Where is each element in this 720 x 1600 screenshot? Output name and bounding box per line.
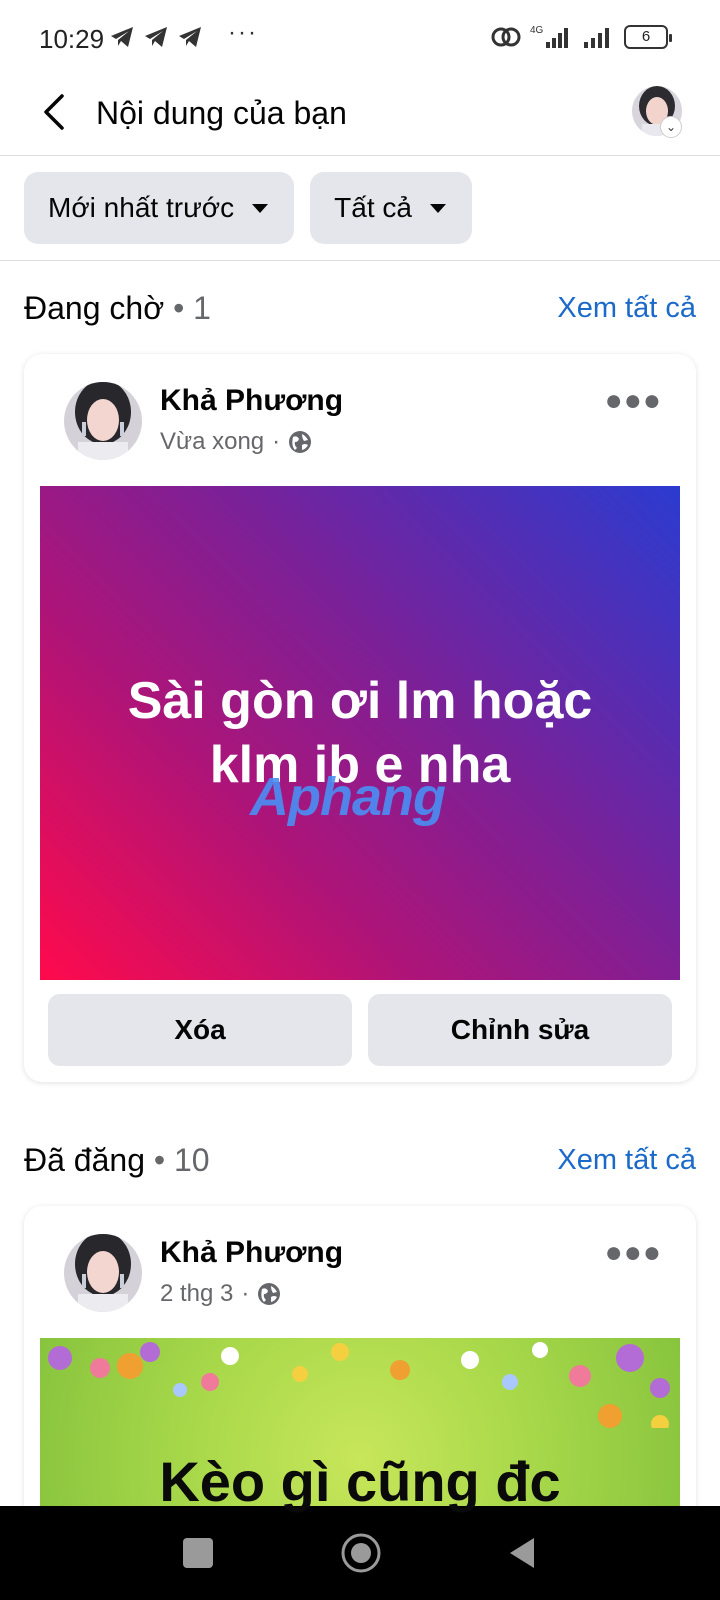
pending-section-header: Đang chờ • 1 Xem tất cả <box>24 290 696 334</box>
system-icons: 4G 6 <box>490 24 672 50</box>
author-avatar[interactable] <box>64 1234 142 1312</box>
hotspot-link-icon <box>491 27 521 47</box>
type-filter-chip[interactable]: Tất cả <box>310 172 472 244</box>
post-time: 2 thg 3 <box>160 1280 234 1307</box>
post-text: Kèo gì cũng đc <box>159 1450 561 1513</box>
pending-title: Đang chờ <box>24 290 165 326</box>
divider <box>0 260 720 261</box>
type-filter-label: Tất cả <box>334 192 412 223</box>
delete-button[interactable]: Xóa <box>48 994 352 1066</box>
author-name[interactable]: Khả Phương <box>160 384 343 418</box>
section-title: Đang chờ • 1 <box>24 290 211 327</box>
avatar-image <box>64 382 142 460</box>
telegram-icon <box>179 27 201 47</box>
more-options-icon[interactable]: ●●● <box>605 384 662 418</box>
status-time: 10:29 <box>39 24 105 54</box>
post-text-background: Sài gòn ơi lm hoặc klm ib e nha Aphang <box>40 486 680 980</box>
more-options-icon[interactable]: ●●● <box>605 1236 662 1270</box>
recent-apps-icon[interactable] <box>183 1538 213 1568</box>
filter-bar: Mới nhất trước Tất cả <box>24 172 472 244</box>
edit-button[interactable]: Chỉnh sửa <box>368 994 672 1066</box>
page-title: Nội dung của bạn <box>96 95 347 131</box>
posted-count: • 10 <box>153 1142 210 1178</box>
author-avatar[interactable] <box>64 382 142 460</box>
post-meta: Vừa xong · <box>160 428 312 456</box>
posted-title: Đã đăng <box>24 1142 145 1178</box>
nav-back-icon[interactable] <box>506 1536 538 1570</box>
signal-icon <box>584 28 609 48</box>
post-meta: 2 thg 3 · <box>160 1280 281 1308</box>
sort-filter-label: Mới nhất trước <box>48 192 235 223</box>
flower-decoration <box>48 1342 670 1428</box>
notification-icons: ··· <box>110 19 258 48</box>
telegram-icon <box>111 27 133 47</box>
posted-post-card: Khả Phương 2 thg 3 · ●●● Kèo gì cũng đc <box>24 1206 696 1536</box>
back-arrow-icon[interactable] <box>36 90 76 134</box>
pending-post-card: Khả Phương Vừa xong · ●●● Sài gòn ơi lm … <box>24 354 696 1082</box>
post-actions: Xóa Chỉnh sửa <box>48 994 672 1066</box>
home-icon[interactable] <box>340 1532 382 1574</box>
posted-section-header: Đã đăng • 10 Xem tất cả <box>24 1142 696 1186</box>
see-all-link[interactable]: Xem tất cả <box>557 1144 696 1177</box>
avatar-image <box>64 1234 142 1312</box>
watermark-logo: Aphang <box>250 767 446 827</box>
see-all-link[interactable]: Xem tất cả <box>557 292 696 325</box>
sort-filter-chip[interactable]: Mới nhất trước <box>24 172 295 244</box>
status-bar: 10:29 ··· 4G 6 <box>0 0 720 78</box>
signal-4g-icon: 4G <box>530 25 568 48</box>
meta-separator: · <box>241 1280 250 1307</box>
meta-separator: · <box>272 428 281 455</box>
battery-icon: 6 <box>624 25 672 49</box>
caret-down-icon <box>252 203 269 213</box>
pending-count: • 1 <box>173 290 211 326</box>
caret-down-icon <box>429 203 446 213</box>
app-header: Nội dung của bạn ⌄ <box>0 78 720 156</box>
section-title: Đã đăng • 10 <box>24 1142 210 1179</box>
more-notifications-icon: ··· <box>228 19 258 46</box>
post-time: Vừa xong <box>160 428 265 455</box>
telegram-icon <box>145 27 167 47</box>
globe-icon <box>289 431 312 453</box>
chevron-down-icon[interactable]: ⌄ <box>660 116 682 138</box>
svg-text:4G: 4G <box>530 25 544 36</box>
author-name[interactable]: Khả Phương <box>160 1236 343 1270</box>
system-nav-bar <box>0 1506 720 1600</box>
globe-icon <box>258 1283 281 1305</box>
